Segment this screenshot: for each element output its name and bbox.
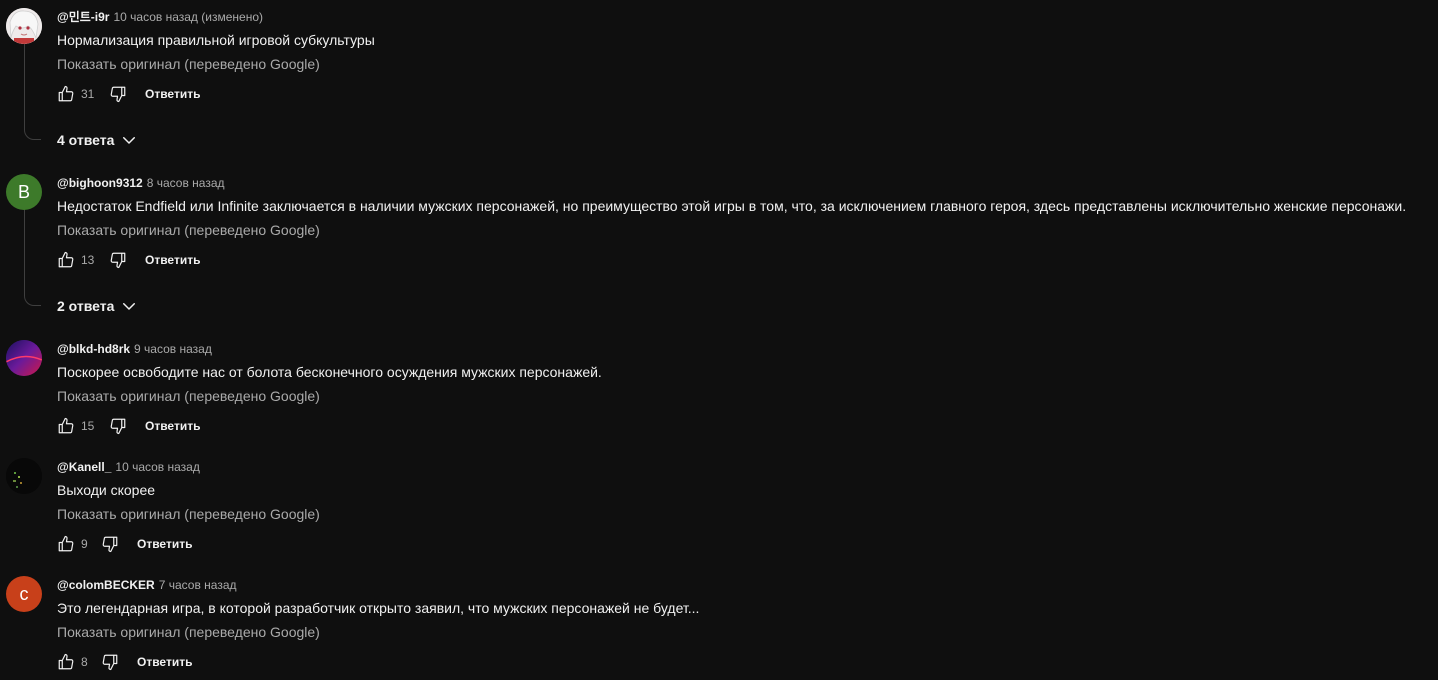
comment-actions: 15 Ответить [57,416,200,436]
abstract-avatar-image [6,340,42,376]
thumbs-up-icon[interactable] [57,535,75,553]
like-count: 15 [81,419,95,433]
dark-avatar-image [6,458,42,494]
comment-text: Недостаток Endfield или Infinite заключа… [57,198,1407,214]
thumbs-down-icon[interactable] [109,417,127,435]
comment: @민트-i9r 10 часов назад (изменено) Нормали… [0,8,1438,158]
comment-actions: 31 Ответить [57,84,200,104]
comment-header: @bighoon9312 8 часов назад [57,174,225,192]
timestamp[interactable]: 10 часов назад [115,460,199,474]
thread-line [24,208,41,306]
comment-text: Выходи скорее [57,482,156,498]
replies-count-label: 2 ответа [57,298,115,314]
comment-header: @Kanell_ 10 часов назад [57,458,200,476]
show-original-link[interactable]: Показать оригинал (переведено Google) [57,622,320,642]
author-name[interactable]: @blkd-hd8rk [57,342,130,356]
comment-header: @blkd-hd8rk 9 часов назад [57,340,212,358]
thumbs-up-icon[interactable] [57,417,75,435]
comment-header: @colomBECKER 7 часов назад [57,576,237,594]
show-original-link[interactable]: Показать оригинал (переведено Google) [57,386,320,406]
avatar[interactable]: c [6,576,42,612]
reply-button[interactable]: Ответить [137,537,192,551]
avatar[interactable] [6,340,42,376]
like-count: 8 [81,655,88,669]
author-name[interactable]: @민트-i9r [57,10,109,24]
comment-actions: 9 Ответить [57,534,192,554]
show-original-link[interactable]: Показать оригинал (переведено Google) [57,504,320,524]
anime-avatar-image [6,8,42,44]
thread-line [24,42,41,140]
show-replies-button[interactable]: 2 ответа [57,296,138,316]
thumbs-up-icon[interactable] [57,251,75,269]
author-name[interactable]: @Kanell_ [57,460,111,474]
replies-count-label: 4 ответа [57,132,115,148]
avatar[interactable] [6,8,42,44]
like-count: 9 [81,537,88,551]
comment: B @bighoon9312 8 часов назад Недостаток E… [0,174,1438,324]
comment-header: @민트-i9r 10 часов назад (изменено) [57,8,263,26]
reply-button[interactable]: Ответить [145,87,200,101]
show-replies-button[interactable]: 4 ответа [57,130,138,150]
thumbs-down-icon[interactable] [109,251,127,269]
author-name[interactable]: @colomBECKER [57,578,155,592]
like-count: 13 [81,253,95,267]
comment-text: Поскорее освободите нас от болота бескон… [57,364,602,380]
thumbs-down-icon[interactable] [109,85,127,103]
reply-button[interactable]: Ответить [145,253,200,267]
reply-button[interactable]: Ответить [145,419,200,433]
avatar-letter: B [17,181,30,202]
timestamp[interactable]: 10 часов назад (изменено) [113,10,263,24]
author-name[interactable]: @bighoon9312 [57,176,143,190]
timestamp[interactable]: 8 часов назад [147,176,225,190]
chevron-down-icon [120,131,138,149]
timestamp[interactable]: 7 часов назад [159,578,237,592]
thumbs-down-icon[interactable] [101,535,119,553]
show-original-link[interactable]: Показать оригинал (переведено Google) [57,54,320,74]
comment-text: Это легендарная игра, в которой разработ… [57,600,700,616]
avatar[interactable] [6,458,42,494]
avatar[interactable]: B [6,174,42,210]
reply-button[interactable]: Ответить [137,655,192,669]
chevron-down-icon [120,297,138,315]
comment: c @colomBECKER 7 часов назад Это легендар… [0,576,1438,680]
comment-actions: 13 Ответить [57,250,200,270]
thumbs-up-icon[interactable] [57,653,75,671]
comment: @Kanell_ 10 часов назад Выходи скорее Пок… [0,458,1438,568]
comment-text: Нормализация правильной игровой субкульт… [57,32,375,48]
comment-actions: 8 Ответить [57,652,192,672]
avatar-letter: c [19,583,29,604]
thumbs-up-icon[interactable] [57,85,75,103]
comment: @blkd-hd8rk 9 часов назад Поскорее освобо… [0,340,1438,450]
timestamp[interactable]: 9 часов назад [134,342,212,356]
show-original-link[interactable]: Показать оригинал (переведено Google) [57,220,320,240]
thumbs-down-icon[interactable] [101,653,119,671]
like-count: 31 [81,87,95,101]
